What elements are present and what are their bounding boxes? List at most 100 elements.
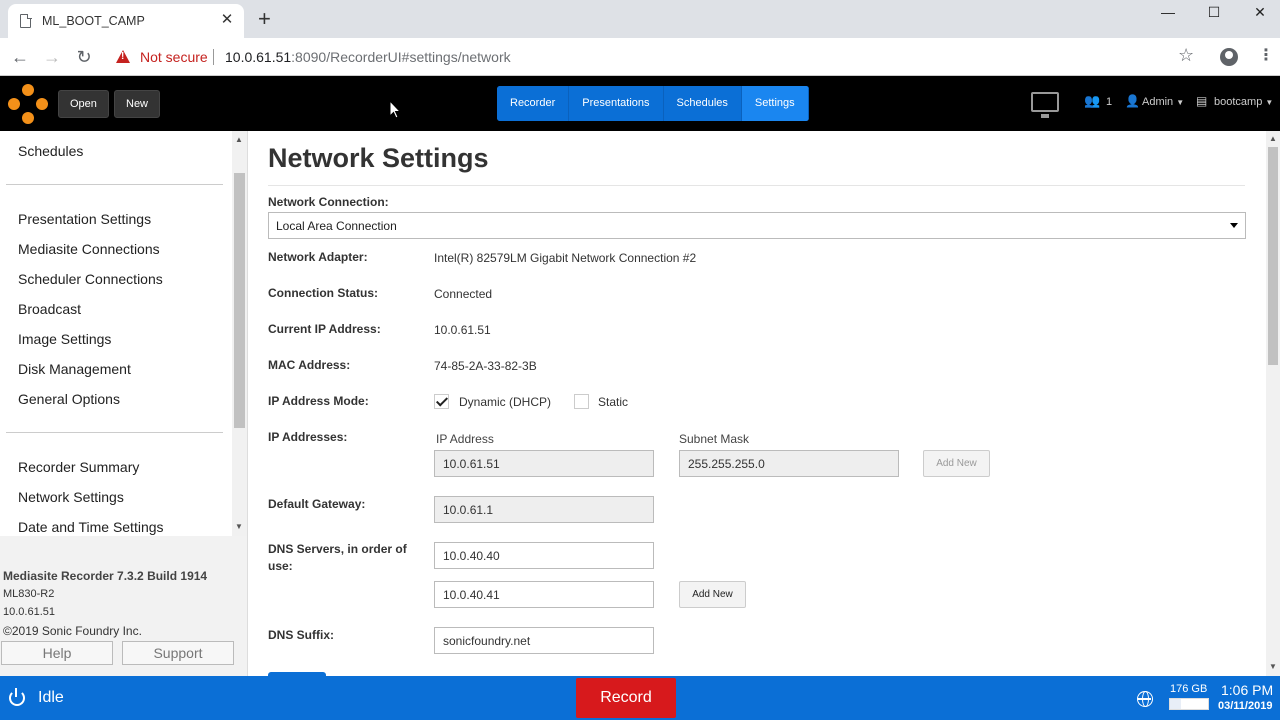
chevron-down-icon (1230, 223, 1238, 228)
mouse-cursor-icon (389, 100, 401, 119)
ip-address-column-header: IP Address (436, 432, 494, 446)
page-icon (20, 13, 32, 28)
account-icon[interactable] (1220, 48, 1238, 66)
url-path: :8090/RecorderUI#settings/network (291, 49, 511, 65)
current-ip-label: Current IP Address: (268, 322, 381, 336)
dns-servers-label: DNS Servers, in order of use: (268, 542, 407, 573)
scroll-down-icon[interactable]: ▼ (235, 522, 243, 531)
maximize-icon[interactable]: ☐ (1204, 4, 1224, 21)
sidebar-divider (6, 432, 223, 433)
scrollbar-thumb[interactable] (1268, 147, 1278, 365)
network-adapter-label: Network Adapter: (268, 250, 368, 264)
minimize-icon[interactable]: — (1158, 4, 1178, 20)
window-close-icon[interactable]: ✕ (1250, 4, 1270, 21)
bookmark-star-icon[interactable]: ☆ (1178, 45, 1194, 66)
record-button[interactable]: Record (576, 678, 676, 718)
subnet-mask-column-header: Subnet Mask (679, 432, 750, 446)
recorder-state: Idle (38, 689, 64, 706)
static-label[interactable]: Static (598, 395, 628, 409)
help-button[interactable]: Help (1, 641, 113, 665)
copyright: ©2019 Sonic Foundry Inc. (3, 624, 142, 638)
static-checkbox[interactable] (574, 394, 589, 409)
sidebar-item-mediasite-connections[interactable]: Mediasite Connections (18, 241, 160, 257)
url-field[interactable]: Not secure 10.0.61.51:8090/RecorderUI#se… (108, 43, 1208, 71)
profile-name: bootcamp (1214, 96, 1263, 108)
new-tab-icon[interactable]: + (258, 8, 271, 30)
mac-address-value: 74-85-2A-33-82-3B (434, 359, 537, 373)
mac-address-label: MAC Address: (268, 358, 351, 372)
scroll-up-icon[interactable]: ▲ (1269, 134, 1277, 143)
profile-menu[interactable]: bootcamp ▼ (1214, 96, 1273, 108)
nav-schedules[interactable]: Schedules (663, 86, 742, 121)
user-icon: 👤 (1125, 94, 1140, 108)
back-icon[interactable]: ← (9, 46, 31, 68)
sidebar-item-general-options[interactable]: General Options (18, 391, 120, 407)
dns-server-2-input[interactable]: 10.0.40.41 (434, 581, 654, 608)
sidebar-item-date-time-settings[interactable]: Date and Time Settings (18, 519, 164, 535)
subnet-mask-input[interactable]: 255.255.255.0 (679, 450, 899, 477)
dns-server-1-input[interactable]: 10.0.40.40 (434, 542, 654, 569)
viewers-icon[interactable]: 👥 (1084, 93, 1100, 109)
chevron-down-icon: ▼ (1265, 98, 1274, 107)
add-dns-button[interactable]: Add New (679, 581, 746, 608)
server-icon: ▤ (1196, 94, 1208, 108)
sidebar-item-network-settings[interactable]: Network Settings (18, 489, 124, 505)
sidebar-list: Schedules Presentation Settings Mediasit… (0, 131, 232, 536)
scrollbar-thumb[interactable] (234, 173, 245, 428)
forward-icon[interactable]: → (41, 46, 63, 68)
sidebar-item-scheduler-connections[interactable]: Scheduler Connections (18, 271, 163, 287)
mediasite-logo-icon[interactable] (8, 84, 48, 124)
support-button[interactable]: Support (122, 641, 234, 665)
tab-title: ML_BOOT_CAMP (42, 14, 145, 28)
build-info: Mediasite Recorder 7.3.2 Build 1914 (3, 569, 208, 583)
not-secure-label[interactable]: Not secure (140, 49, 208, 65)
new-button[interactable]: New (114, 90, 161, 118)
default-gateway-input[interactable]: 10.0.61.1 (434, 496, 654, 523)
tab-close-icon[interactable]: ✕ (218, 11, 236, 29)
sidebar-item-disk-management[interactable]: Disk Management (18, 361, 131, 377)
ip-mode-label: IP Address Mode: (268, 394, 369, 408)
monitor-icon[interactable] (1031, 92, 1059, 118)
nav-presentations[interactable]: Presentations (569, 86, 664, 121)
nav-recorder[interactable]: Recorder (497, 86, 570, 121)
main-nav: Recorder Presentations Schedules Setting… (497, 86, 809, 121)
scroll-up-icon[interactable]: ▲ (235, 135, 243, 144)
reload-icon[interactable]: ↻ (73, 46, 95, 68)
network-connection-select[interactable]: Local Area Connection (268, 212, 1246, 239)
globe-icon[interactable] (1137, 691, 1153, 707)
scroll-down-icon[interactable]: ▼ (1269, 662, 1277, 671)
clock-date: 03/11/2019 (1218, 700, 1273, 712)
current-ip-value: 10.0.61.51 (434, 323, 491, 337)
settings-sidebar: Schedules Presentation Settings Mediasit… (0, 131, 248, 676)
network-adapter-value: Intel(R) 82579LM Gigabit Network Connect… (434, 251, 697, 265)
user-menu[interactable]: Admin ▼ (1142, 96, 1184, 108)
add-ip-button[interactable]: Add New (923, 450, 990, 477)
disk-usage-bar (1169, 698, 1209, 710)
ip-addresses-label: IP Addresses: (268, 430, 348, 444)
sidebar-item-schedules[interactable]: Schedules (18, 143, 83, 159)
sidebar-item-recorder-summary[interactable]: Recorder Summary (18, 459, 139, 475)
dhcp-checkbox[interactable] (434, 394, 449, 409)
url-host: 10.0.61.51 (225, 49, 292, 65)
sidebar-item-image-settings[interactable]: Image Settings (18, 331, 111, 347)
sidebar-item-presentation-settings[interactable]: Presentation Settings (18, 211, 151, 227)
browser-tab[interactable]: ML_BOOT_CAMP ✕ (8, 4, 244, 38)
nav-settings[interactable]: Settings (741, 86, 809, 121)
url-separator (213, 49, 214, 65)
user-name: Admin (1142, 96, 1174, 108)
dns-suffix-input[interactable]: sonicfoundry.net (434, 627, 654, 654)
sidebar-item-broadcast[interactable]: Broadcast (18, 301, 81, 317)
sidebar-scrollbar[interactable]: ▲ ▼ (232, 131, 247, 536)
network-connection-value: Local Area Connection (276, 219, 397, 233)
ip-address-input[interactable]: 10.0.61.51 (434, 450, 654, 477)
main-scrollbar[interactable]: ▲ ▼ (1266, 131, 1280, 676)
power-icon[interactable] (9, 688, 25, 706)
network-settings-panel: Network Settings Network Connection: Loc… (248, 131, 1266, 676)
viewer-count: 1 (1106, 96, 1113, 108)
dhcp-label[interactable]: Dynamic (DHCP) (459, 395, 551, 409)
disk-space: 176 GB (1170, 683, 1208, 695)
browser-tab-bar: ML_BOOT_CAMP ✕ + — ☐ ✕ (0, 0, 1280, 38)
warning-icon (116, 50, 130, 63)
open-button[interactable]: Open (58, 90, 109, 118)
browser-menu-icon[interactable]: ⋮ (1258, 45, 1274, 65)
